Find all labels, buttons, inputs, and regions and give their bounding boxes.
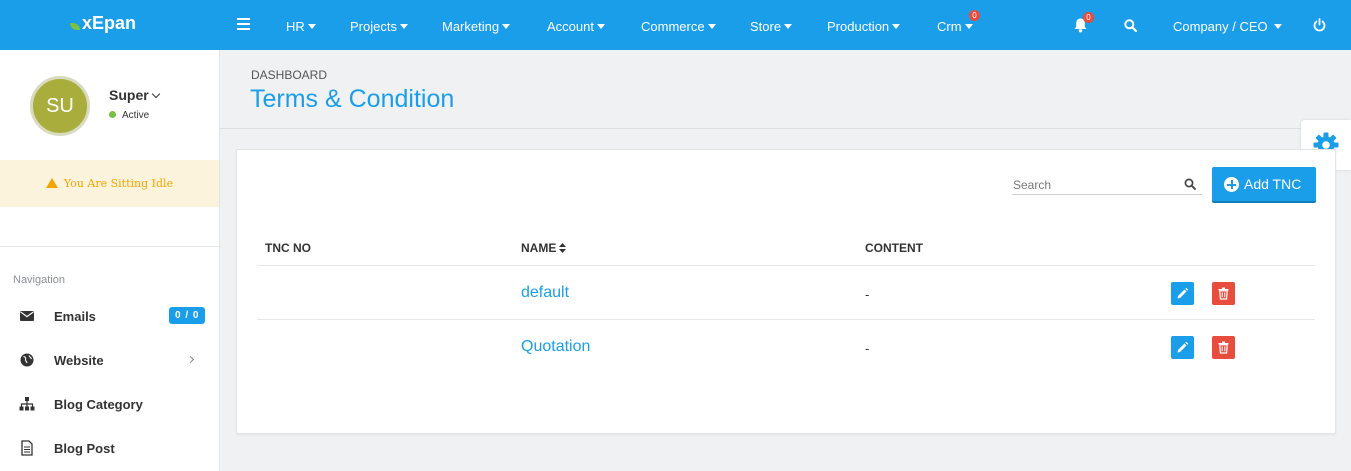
crm-badge: 0 — [969, 10, 980, 21]
delete-button[interactable] — [1212, 282, 1235, 305]
add-tnc-button[interactable]: Add TNC — [1212, 167, 1316, 201]
warning-icon — [45, 178, 58, 188]
caret-down-icon — [502, 24, 511, 29]
idle-message: You Are Sitting Idle — [63, 177, 174, 190]
page-title: Terms & Condition — [250, 85, 455, 113]
caret-down-icon — [784, 24, 793, 29]
delete-button[interactable] — [1212, 336, 1235, 359]
user-name-dropdown[interactable]: Super — [109, 87, 160, 103]
tnc-panel: Add TNC TNC NO NAME CONTENT default - Qu… — [236, 149, 1336, 434]
power-icon[interactable] — [1313, 18, 1326, 37]
column-header-content: CONTENT — [865, 241, 923, 255]
nav-crm-label: Crm — [937, 19, 962, 34]
sidebar-item-blog-post[interactable]: Blog Post — [0, 426, 219, 470]
add-tnc-label: Add TNC — [1244, 176, 1302, 192]
emails-count-badge: 0 / 0 — [169, 307, 206, 324]
hamburger-menu-icon[interactable] — [237, 18, 250, 30]
sidebar-item-emails[interactable]: Emails 0 / 0 — [0, 294, 219, 338]
sidebar-item-blog-category[interactable]: Blog Category — [0, 382, 219, 426]
header-row-divider — [257, 265, 1315, 266]
document-icon — [21, 440, 33, 456]
avatar[interactable]: SU — [30, 76, 90, 136]
chevron-right-icon — [186, 355, 195, 364]
sitemap-icon — [19, 397, 35, 411]
nav-account-label: Account — [547, 19, 594, 34]
cell-content: - — [865, 287, 870, 302]
cell-name-link[interactable]: Quotation — [521, 338, 590, 356]
search-icon[interactable] — [1184, 178, 1196, 190]
caret-down-icon — [707, 24, 716, 29]
chevron-down-icon — [151, 89, 160, 99]
user-name-label: Super — [109, 87, 149, 103]
column-header-name[interactable]: NAME — [521, 241, 567, 255]
nav-projects[interactable]: Projects — [350, 19, 408, 34]
pencil-icon — [1177, 287, 1189, 299]
app-logo[interactable]: xEpan — [70, 13, 136, 34]
breadcrumb[interactable]: DASHBOARD — [251, 68, 327, 82]
edit-button[interactable] — [1171, 336, 1194, 359]
notification-badge: 0 — [1083, 12, 1094, 23]
cell-name-link[interactable]: default — [521, 284, 569, 302]
sidebar-item-label: Website — [54, 353, 104, 368]
sort-icon — [559, 243, 567, 253]
sidebar-divider — [0, 246, 219, 247]
caret-down-icon — [596, 24, 605, 29]
status-dot-icon — [109, 111, 116, 118]
trash-icon — [1218, 341, 1229, 354]
user-status: Active — [109, 110, 149, 121]
caret-down-icon — [1273, 24, 1282, 29]
nav-commerce-label: Commerce — [641, 19, 705, 34]
leaf-icon — [70, 23, 80, 30]
pencil-icon — [1177, 341, 1189, 353]
nav-commerce[interactable]: Commerce — [641, 19, 716, 34]
caret-down-icon — [964, 24, 973, 29]
row-divider — [257, 319, 1315, 320]
user-status-label: Active — [122, 110, 150, 121]
nav-production-label: Production — [827, 19, 890, 34]
nav-projects-label: Projects — [350, 19, 397, 34]
cell-content: - — [865, 341, 870, 356]
search-input[interactable] — [1012, 176, 1202, 195]
user-menu[interactable]: Company / CEO — [1173, 19, 1282, 34]
nav-heading: Navigation — [13, 274, 65, 286]
search-icon[interactable] — [1124, 19, 1138, 37]
envelope-icon — [20, 311, 34, 321]
idle-alert: You Are Sitting Idle — [0, 160, 219, 207]
sidebar: SU Super Active You Are Sitting Idle Nav… — [0, 50, 220, 471]
nav-hr[interactable]: HR — [286, 19, 316, 34]
caret-down-icon — [399, 24, 408, 29]
column-header-name-label: NAME — [521, 241, 557, 255]
sidebar-item-website[interactable]: Website — [0, 338, 219, 382]
edit-button[interactable] — [1171, 282, 1194, 305]
nav-store[interactable]: Store — [750, 19, 793, 34]
top-navbar: xEpan HR Projects Marketing Account Comm… — [0, 0, 1351, 50]
plus-circle-icon — [1224, 177, 1239, 192]
caret-down-icon — [307, 24, 316, 29]
nav-hr-label: HR — [286, 19, 305, 34]
sidebar-item-label: Blog Post — [54, 441, 115, 456]
sidebar-item-label: Emails — [54, 309, 96, 324]
nav-marketing[interactable]: Marketing — [442, 19, 511, 34]
column-header-tnc-no: TNC NO — [265, 241, 311, 255]
trash-icon — [1218, 287, 1229, 300]
nav-crm[interactable]: Crm — [937, 19, 973, 34]
nav-store-label: Store — [750, 19, 782, 34]
caret-down-icon — [892, 24, 901, 29]
sidebar-item-label: Blog Category — [54, 397, 143, 412]
nav-account[interactable]: Account — [547, 19, 605, 34]
header-divider — [220, 128, 1351, 129]
globe-icon — [20, 353, 34, 367]
user-menu-label: Company / CEO — [1173, 19, 1268, 34]
nav-production[interactable]: Production — [827, 19, 901, 34]
nav-marketing-label: Marketing — [442, 19, 500, 34]
logo-text: xEpan — [82, 13, 137, 33]
